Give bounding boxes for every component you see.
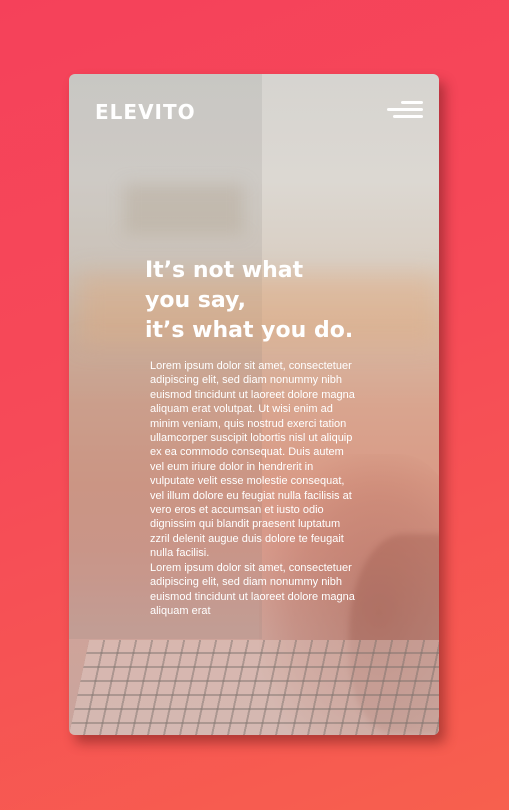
headline-line-2: you say, xyxy=(145,288,247,313)
menu-line-bottom xyxy=(393,115,423,118)
background-photo-blur xyxy=(124,184,244,234)
body-paragraph-2: Lorem ipsum dolor sit amet, consectetuer… xyxy=(150,561,355,617)
hero-body-text: Lorem ipsum dolor sit amet, consectetuer… xyxy=(150,359,355,618)
headline-line-1: It’s not what xyxy=(145,258,304,283)
body-paragraph-1: Lorem ipsum dolor sit amet, consectetuer… xyxy=(150,360,355,560)
menu-line-middle xyxy=(387,108,423,111)
phone-screen: ELEVITO It’s not what you say, it’s what… xyxy=(69,74,439,735)
hamburger-menu-icon[interactable] xyxy=(387,101,423,123)
headline-line-3: it’s what you do. xyxy=(145,318,354,343)
hero-headline: It’s not what you say, it’s what you do. xyxy=(145,256,435,346)
brand-logo[interactable]: ELEVITO xyxy=(95,100,196,124)
background-photo-keyboard xyxy=(69,640,439,735)
menu-line-top xyxy=(401,101,423,104)
